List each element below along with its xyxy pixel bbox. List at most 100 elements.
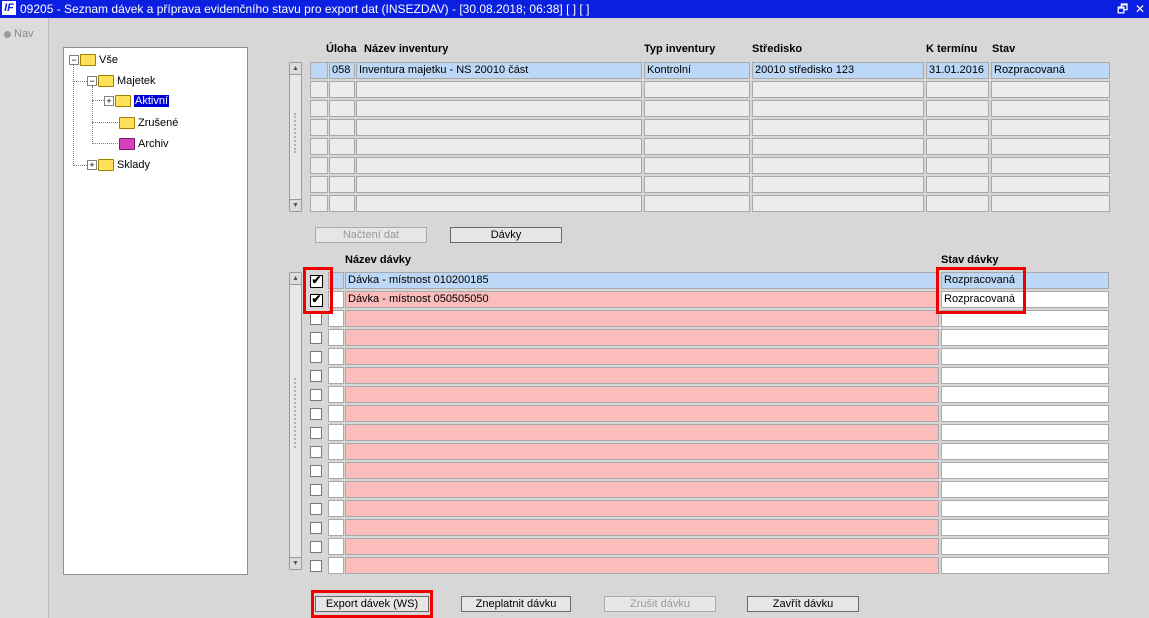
tree-node-zrusene[interactable]: Zrušené	[119, 115, 178, 131]
cell-stav-davky[interactable]	[941, 405, 1109, 422]
nav-toggle[interactable]: Nav	[4, 28, 34, 40]
cell-stav-davky[interactable]	[941, 462, 1109, 479]
cell-stav[interactable]	[991, 195, 1110, 212]
cell-nazev-davky[interactable]	[345, 310, 939, 327]
row-selector[interactable]	[310, 81, 328, 98]
scroll-grip[interactable]	[294, 378, 299, 448]
batch-checkbox[interactable]	[310, 541, 322, 553]
cell-nazev-inventury[interactable]	[356, 119, 642, 136]
cell-nazev-davky[interactable]	[345, 405, 939, 422]
cell-stav[interactable]	[991, 176, 1110, 193]
row-selector[interactable]	[328, 443, 344, 460]
cell-nazev-davky[interactable]	[345, 424, 939, 441]
cell-stredisko[interactable]	[752, 81, 924, 98]
cell-nazev-davky[interactable]	[345, 500, 939, 517]
cell-nazev-davky[interactable]: Dávka - místnost 050505050	[345, 291, 939, 308]
cell-uloha[interactable]	[329, 176, 355, 193]
batch-checkbox[interactable]	[310, 503, 322, 515]
cell-uloha[interactable]	[329, 119, 355, 136]
cell-stav[interactable]	[991, 119, 1110, 136]
row-selector[interactable]	[310, 176, 328, 193]
cell-stav[interactable]	[991, 81, 1110, 98]
row-selector[interactable]	[328, 348, 344, 365]
cell-uloha[interactable]	[329, 81, 355, 98]
cell-stav[interactable]	[991, 138, 1110, 155]
cell-nazev-davky[interactable]	[345, 519, 939, 536]
batch-checkbox[interactable]	[310, 389, 322, 401]
batch-checkbox[interactable]	[310, 484, 322, 496]
cell-uloha[interactable]	[329, 157, 355, 174]
collapse-icon[interactable]: −	[69, 55, 79, 66]
cell-nazev-inventury[interactable]	[356, 195, 642, 212]
row-selector[interactable]	[328, 557, 344, 574]
close-window-icon[interactable]: ✕	[1135, 1, 1145, 17]
cell-typ-inventury[interactable]	[644, 138, 750, 155]
cell-stav[interactable]: Rozpracovaná	[991, 62, 1110, 79]
batch-checkbox[interactable]	[310, 427, 322, 439]
batch-checkbox[interactable]	[310, 332, 322, 344]
cell-stav-davky[interactable]	[941, 481, 1109, 498]
cell-nazev-inventury[interactable]	[356, 157, 642, 174]
cell-typ-inventury[interactable]	[644, 100, 750, 117]
cell-stav-davky[interactable]	[941, 443, 1109, 460]
row-selector[interactable]	[328, 481, 344, 498]
cell-uloha[interactable]: 058	[329, 62, 355, 79]
cell-uloha[interactable]	[329, 100, 355, 117]
cell-k-terminu[interactable]	[926, 195, 989, 212]
expand-icon[interactable]: +	[87, 160, 97, 171]
cell-stav-davky[interactable]	[941, 519, 1109, 536]
row-selector[interactable]	[310, 100, 328, 117]
cell-stav-davky[interactable]	[941, 386, 1109, 403]
zrusit-davku-button[interactable]: Zrušit dávku	[604, 596, 716, 612]
cell-nazev-davky[interactable]	[345, 538, 939, 555]
row-selector[interactable]	[328, 424, 344, 441]
tree-node-archiv[interactable]: Archiv	[119, 136, 169, 152]
cell-stredisko[interactable]: 20010 středisko 123	[752, 62, 924, 79]
zavrit-davku-button[interactable]: Zavřít dávku	[747, 596, 859, 612]
restore-window-icon[interactable]: 🗗	[1117, 1, 1128, 17]
cell-k-terminu[interactable]	[926, 100, 989, 117]
tree-node-vse[interactable]: − Vše	[69, 52, 118, 68]
scroll-down-icon[interactable]: ▼	[290, 557, 301, 569]
batch-checkbox[interactable]	[310, 370, 322, 382]
batch-checkbox[interactable]	[310, 560, 322, 572]
row-selector[interactable]	[328, 500, 344, 517]
row-selector[interactable]	[328, 462, 344, 479]
cell-stredisko[interactable]	[752, 195, 924, 212]
cell-nazev-inventury[interactable]	[356, 138, 642, 155]
batch-checkbox[interactable]	[310, 408, 322, 420]
cell-nazev-davky[interactable]	[345, 462, 939, 479]
cell-stav-davky[interactable]	[941, 348, 1109, 365]
batch-checkbox[interactable]	[310, 351, 322, 363]
cell-nazev-davky[interactable]	[345, 386, 939, 403]
row-selector[interactable]	[328, 329, 344, 346]
cell-k-terminu[interactable]	[926, 81, 989, 98]
cell-nazev-davky[interactable]: Dávka - místnost 010200185	[345, 272, 939, 289]
zneplatnit-davku-button[interactable]: Zneplatnit dávku	[461, 596, 571, 612]
scroll-up-icon[interactable]: ▲	[290, 63, 301, 75]
cell-stav[interactable]	[991, 157, 1110, 174]
cell-typ-inventury[interactable]: Kontrolní	[644, 62, 750, 79]
cell-nazev-davky[interactable]	[345, 557, 939, 574]
row-selector[interactable]	[328, 538, 344, 555]
cell-nazev-inventury[interactable]: Inventura majetku - NS 20010 část	[356, 62, 642, 79]
cell-k-terminu[interactable]	[926, 176, 989, 193]
batch-checkbox[interactable]	[310, 446, 322, 458]
cell-k-terminu[interactable]	[926, 138, 989, 155]
cell-typ-inventury[interactable]	[644, 176, 750, 193]
cell-stav-davky[interactable]	[941, 538, 1109, 555]
cell-typ-inventury[interactable]	[644, 157, 750, 174]
cell-stredisko[interactable]	[752, 176, 924, 193]
cell-nazev-inventury[interactable]	[356, 176, 642, 193]
cell-stav-davky[interactable]	[941, 557, 1109, 574]
cell-nazev-davky[interactable]	[345, 348, 939, 365]
cell-uloha[interactable]	[329, 195, 355, 212]
batch-checkbox[interactable]	[310, 522, 322, 534]
row-selector[interactable]	[328, 367, 344, 384]
cell-nazev-davky[interactable]	[345, 443, 939, 460]
tree-node-sklady[interactable]: + Sklady	[87, 157, 150, 173]
cell-typ-inventury[interactable]	[644, 119, 750, 136]
tree-node-aktivni[interactable]: + Aktivní	[104, 93, 170, 109]
cell-k-terminu[interactable]: 31.01.2016	[926, 62, 989, 79]
cell-stredisko[interactable]	[752, 138, 924, 155]
